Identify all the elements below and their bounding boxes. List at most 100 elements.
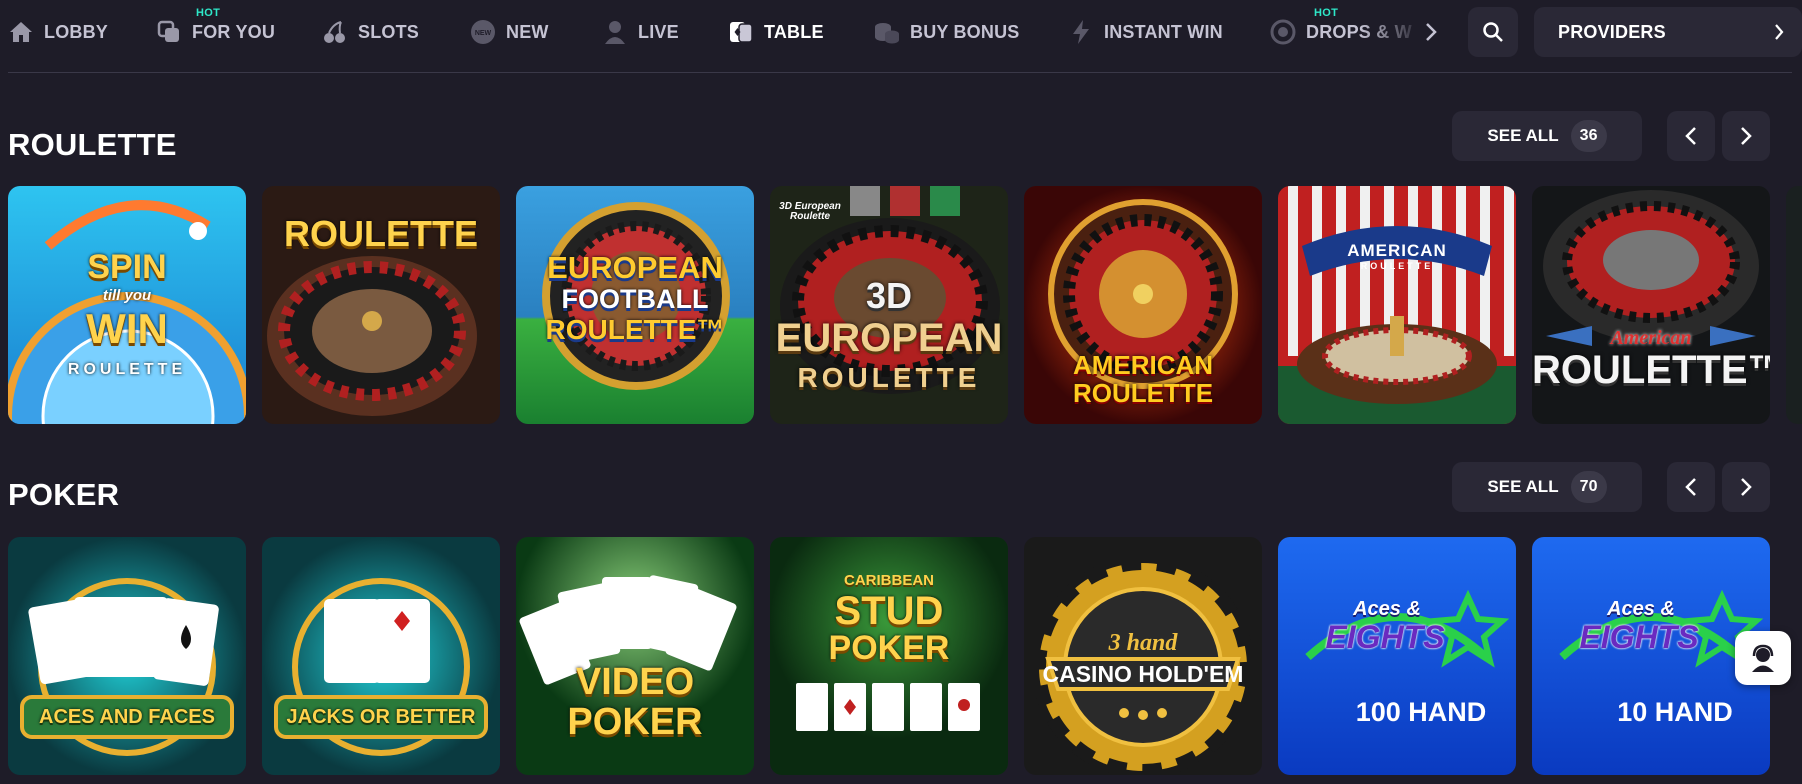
game-tile-caribbean-stud-poker[interactable]: CARIBBEAN STUD POKER <box>770 537 1008 775</box>
nav-label: LOBBY <box>44 21 108 42</box>
live-support-button[interactable] <box>1735 631 1791 685</box>
game-title-line: ROULETTE <box>1360 261 1434 271</box>
nav-label: FOR YOU <box>192 21 276 42</box>
game-title-line: AMERICAN <box>1347 241 1447 260</box>
hot-badge: HOT <box>1314 7 1339 19</box>
game-title-line: ROULETTE <box>284 213 478 254</box>
dealer-icon <box>602 19 628 45</box>
game-thumbnail <box>1024 537 1262 775</box>
game-title-line: EIGHTS <box>1325 619 1445 655</box>
nav-label: NEW <box>506 21 549 42</box>
providers-dropdown[interactable]: PROVIDERS <box>1534 7 1802 57</box>
cherries-icon <box>322 19 348 45</box>
for-you-icon <box>156 19 182 45</box>
roulette-games-row: SPIN till you WIN ROULETTE ROULETTE EURO… <box>0 186 1802 424</box>
game-title-line: AMERICAN <box>1072 350 1214 380</box>
new-badge-icon: NEW <box>470 19 496 45</box>
game-tile-jacks-or-better[interactable]: JACKS OR BETTER <box>262 537 500 775</box>
see-all-label: SEE ALL <box>1487 477 1559 496</box>
game-title-line: American <box>1610 327 1692 349</box>
see-all-label: SEE ALL <box>1487 126 1559 145</box>
search-icon <box>1483 22 1503 42</box>
game-title-line: POKER <box>567 701 703 743</box>
top-nav: LOBBY FOR YOU HOT SLOTS NEW NEW LIVE TAB… <box>0 0 1802 64</box>
game-title-line: 3 hand <box>1108 630 1178 656</box>
chevron-right-icon <box>1426 23 1437 41</box>
game-tile-roulette[interactable]: ROULETTE <box>262 186 500 424</box>
nav-item-lobby[interactable]: LOBBY <box>8 0 108 64</box>
game-title-line: FOOTBALL <box>561 284 709 314</box>
poker-next-button[interactable] <box>1722 462 1770 512</box>
game-title-line: SPIN <box>87 248 167 286</box>
chevron-right-icon <box>1741 478 1752 496</box>
nav-item-instant-win[interactable]: INSTANT WIN <box>1068 0 1223 64</box>
see-all-button-roulette[interactable]: SEE ALL 36 <box>1452 111 1642 161</box>
poker-prev-button[interactable] <box>1667 462 1715 512</box>
nav-item-slots[interactable]: SLOTS <box>322 0 419 64</box>
chevron-left-icon <box>1685 127 1696 145</box>
game-tile-american-roulette-dark[interactable]: American ROULETTE™ <box>1532 186 1770 424</box>
section-title-poker: POKER <box>8 477 120 512</box>
game-title-line: ROULETTE <box>1072 378 1214 408</box>
section-title-roulette: ROULETTE <box>8 127 177 162</box>
support-agent-icon <box>1752 644 1774 672</box>
chevron-left-icon <box>1685 478 1696 496</box>
roulette-prev-button[interactable] <box>1667 111 1715 161</box>
game-title-line: EUROPEAN <box>775 316 1003 360</box>
game-title-line: WIN <box>86 305 168 352</box>
game-title-line: 3D <box>865 275 913 316</box>
game-tile-partial[interactable] <box>1786 186 1802 424</box>
nav-item-buy-bonus[interactable]: BUY BONUS <box>874 0 1019 64</box>
nav-label: SLOTS <box>358 21 420 42</box>
game-tag: 3D European Roulette <box>779 201 841 222</box>
home-icon <box>8 19 34 45</box>
nav-item-live[interactable]: LIVE <box>602 0 679 64</box>
game-title-line: CASINO HOLD'EM <box>1042 661 1244 687</box>
nav-item-for-you[interactable]: FOR YOU HOT <box>156 0 275 64</box>
game-tile-aces-and-faces[interactable]: ACES AND FACES <box>8 537 246 775</box>
coins-icon <box>874 19 900 45</box>
game-tile-3d-european-roulette[interactable]: 3D European Roulette 3D EUROPEAN ROULETT… <box>770 186 1008 424</box>
game-tile-spin-till-you-win[interactable]: SPIN till you WIN ROULETTE <box>8 186 246 424</box>
game-title-line: Aces & <box>1353 598 1421 620</box>
roulette-next-button[interactable] <box>1722 111 1770 161</box>
game-count-badge: 36 <box>1570 120 1607 152</box>
chevron-right-icon <box>1741 127 1752 145</box>
game-count-badge: 70 <box>1570 471 1607 503</box>
poker-games-row: ACES AND FACES JACKS OR BETTER VIDEO POK… <box>0 537 1802 775</box>
svg-text:NEW: NEW <box>475 30 492 37</box>
nav-item-table[interactable]: TABLE <box>728 0 824 64</box>
nav-item-new[interactable]: NEW NEW <box>470 0 549 64</box>
game-thumbnail <box>8 537 246 775</box>
providers-label: PROVIDERS <box>1558 21 1666 42</box>
game-title-line: till you <box>102 287 152 304</box>
game-title-line: POKER <box>828 629 950 667</box>
game-title-line: EUROPEAN <box>547 250 723 285</box>
game-title-line: ROULETTE™ <box>545 314 725 345</box>
game-tile-3-hand-casino-holdem[interactable]: 3 hand CASINO HOLD'EM <box>1024 537 1262 775</box>
game-title-line: STUD <box>834 589 944 633</box>
game-thumbnail <box>1278 186 1516 424</box>
game-tile-european-football-roulette[interactable]: EUROPEAN FOOTBALL ROULETTE™ <box>516 186 754 424</box>
nav-label: TABLE <box>764 21 824 42</box>
hot-badge: HOT <box>196 7 221 19</box>
game-title-line: EIGHTS <box>1579 619 1699 655</box>
game-tile-aces-eights-100-hand[interactable]: Aces & EIGHTS 100 HAND <box>1278 537 1516 775</box>
see-all-button-poker[interactable]: SEE ALL 70 <box>1452 462 1642 512</box>
nav-scroll-right-button[interactable] <box>1416 16 1446 48</box>
lightning-icon <box>1068 19 1094 45</box>
game-title-line: ROULETTE™ <box>1532 348 1770 392</box>
nav-divider <box>8 72 1792 73</box>
game-title-line: JACKS OR BETTER <box>286 706 476 728</box>
game-tile-video-poker[interactable]: VIDEO POKER <box>516 537 754 775</box>
game-thumbnail <box>1278 537 1516 775</box>
nav-label: LIVE <box>638 21 679 42</box>
game-tile-american-roulette-red[interactable]: AMERICAN ROULETTE <box>1024 186 1262 424</box>
search-button[interactable] <box>1468 7 1518 57</box>
drops-icon <box>1270 19 1296 45</box>
game-tile-american-roulette-stripes[interactable]: AMERICAN ROULETTE <box>1278 186 1516 424</box>
game-title-line: ROULETTE <box>797 362 981 393</box>
game-title-line: ACES AND FACES <box>39 706 215 728</box>
game-thumbnail <box>262 537 500 775</box>
game-title-line: ROULETTE <box>67 361 187 378</box>
